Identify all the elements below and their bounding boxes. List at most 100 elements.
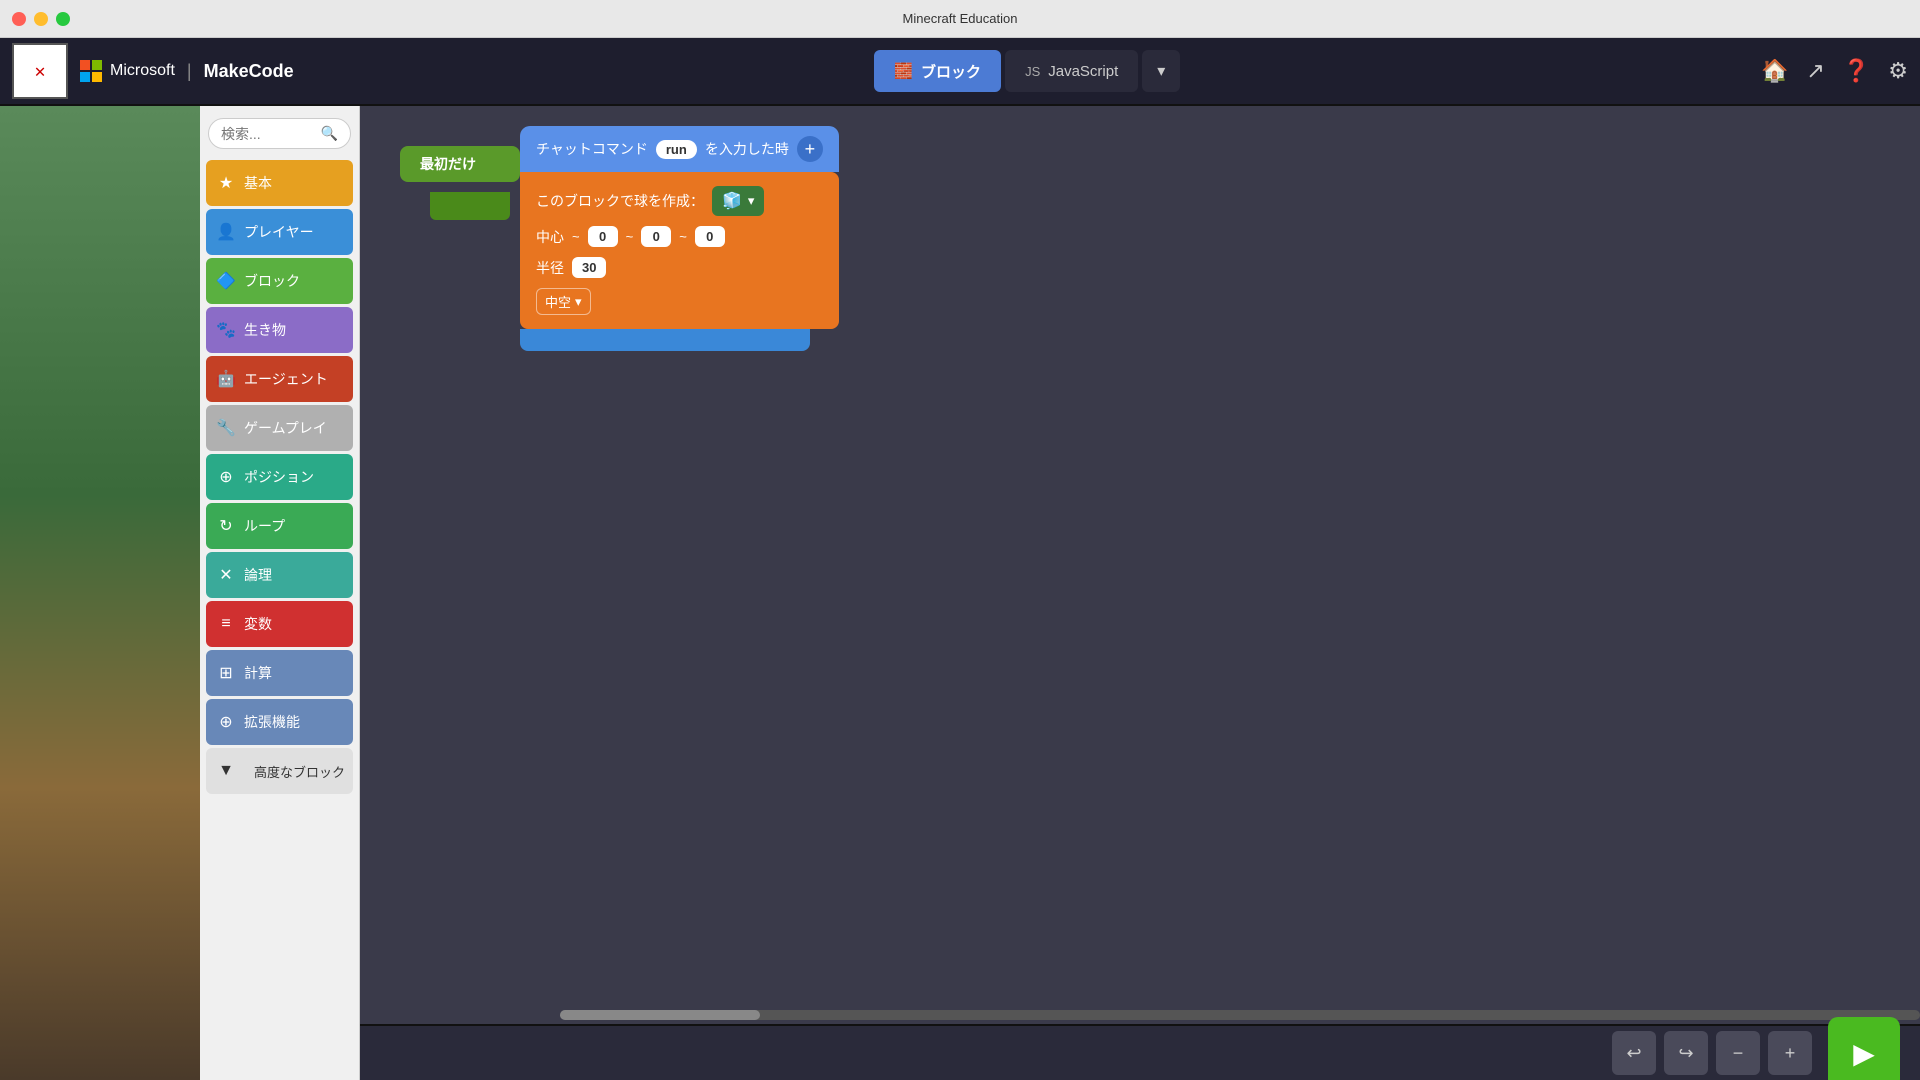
scrollbar-thumb[interactable] [560,1010,760,1020]
chat-command-label: チャットコマンド [536,139,648,159]
maximize-button[interactable] [56,12,70,26]
makecode-label: MakeCode [204,61,294,82]
play-icon: ▶ [1853,1037,1875,1070]
search-box[interactable]: 🔍 [208,118,351,149]
titlebar: Minecraft Education [0,0,1920,38]
blocks-icon: 🧱 [894,62,913,80]
first-only-connector [430,192,510,220]
cube-icon: 🧊 [722,191,742,211]
player-icon: 👤 [216,222,236,242]
sidebar-item-label: プレイヤー [244,222,314,242]
sidebar-item-label: 拡張機能 [244,712,300,732]
center-label: 中心 [536,227,564,247]
sphere-block: このブロックで球を作成： 🧊 ▾ 中心 ~ 0 ~ 0 ~ [520,172,839,329]
share-icon: ↗ [1806,58,1824,84]
blocks-tab-button[interactable]: 🧱 ブロック [874,50,1001,92]
hollow-dropdown-arrow: ▾ [575,294,582,310]
input-time-label: を入力した時 [705,139,789,159]
undo-button[interactable]: ↩ [1612,1031,1656,1075]
sidebar-item-label: ブロック [244,271,300,291]
add-command-button[interactable]: + [797,136,823,162]
sphere-label: このブロックで球を作成： [536,191,704,211]
settings-button[interactable]: ⚙ [1888,58,1908,84]
chat-command-block: チャットコマンド run を入力した時 + このブロックで球を作成： 🧊 ▾ [520,126,839,351]
sidebar-item-label: ループ [244,516,285,536]
zoom-out-button[interactable]: − [1716,1031,1760,1075]
star-icon: ★ [216,173,236,193]
sidebar-item-extension[interactable]: ⊕ 拡張機能 [206,699,353,745]
radius-value[interactable]: 30 [572,257,606,278]
sidebar-item-variables[interactable]: ≡ 変数 [206,601,353,647]
sidebar-item-advanced[interactable]: ▼ 高度なブロック [206,748,353,794]
window-controls [12,12,70,26]
sidebar-item-gameplay[interactable]: 🔧 ゲームプレイ [206,405,353,451]
position-icon: ⊕ [216,467,236,487]
hollow-row: 中空 ▾ [536,288,823,315]
redo-icon: ↪ [1678,1043,1693,1064]
nav-divider: | [187,61,192,82]
calc-icon: ⊞ [216,663,236,683]
sidebar-item-player[interactable]: 👤 プレイヤー [206,209,353,255]
dropdown-arrow: ▾ [748,193,755,209]
zoom-out-icon: − [1733,1043,1744,1064]
hollow-dropdown[interactable]: 中空 ▾ [536,288,591,315]
navbar: ✕ Microsoft | MakeCode 🧱 ブロック JS JavaScr… [0,38,1920,106]
block-type-dropdown[interactable]: 🧊 ▾ [712,186,764,216]
microsoft-icon [80,60,102,82]
radius-row: 半径 30 [536,257,823,278]
sidebar-item-loop[interactable]: ↻ ループ [206,503,353,549]
ms-label: Microsoft [110,62,175,80]
coord-x-value[interactable]: 0 [588,226,618,247]
sidebar-item-label: 論理 [244,565,272,585]
search-icon: 🔍 [321,125,338,142]
sidebar-item-label: ゲームプレイ [244,418,327,438]
logic-icon: ✕ [216,565,236,585]
code-workspace[interactable]: 最初だけ チャットコマンド run を入力した時 + このブロックで球を作成： [360,106,1920,1080]
sidebar-item-label: エージェント [244,369,328,389]
paw-icon: 🐾 [216,320,236,340]
zoom-in-button[interactable]: + [1768,1031,1812,1075]
robot-icon: 🤖 [216,369,236,389]
coord-z-value[interactable]: 0 [695,226,725,247]
run-play-button[interactable]: ▶ [1828,1017,1900,1080]
sidebar-item-agent[interactable]: 🤖 エージェント [206,356,353,402]
minimize-button[interactable] [34,12,48,26]
sidebar-item-kihon[interactable]: ★ 基本 [206,160,353,206]
scrollbar-track [560,1010,1920,1020]
navbar-right: 🏠 ↗ ❓ ⚙ [1761,58,1908,84]
sphere-create-row: このブロックで球を作成： 🧊 ▾ [536,186,823,216]
sidebar-item-blocks[interactable]: 🔷 ブロック [206,258,353,304]
tilde-1: ~ [572,229,580,244]
share-button[interactable]: ↗ [1806,58,1824,84]
blocks-tab-label: ブロック [921,61,981,82]
bottom-toolbar: ↩ ↪ − + ▶ [360,1024,1920,1080]
close-button[interactable] [12,12,26,26]
sidebar-item-label: 計算 [244,663,272,683]
variables-icon: ≡ [216,615,236,633]
plus-circle-icon: ⊕ [216,712,236,732]
sidebar-item-mobs[interactable]: 🐾 生き物 [206,307,353,353]
sidebar-item-label: 高度なブロック [254,762,345,781]
search-input[interactable] [221,126,315,142]
sidebar-item-position[interactable]: ⊕ ポジション [206,454,353,500]
sidebar-item-label: 基本 [244,173,272,193]
coord-y-value[interactable]: 0 [641,226,671,247]
run-badge[interactable]: run [656,140,697,159]
loop-icon: ↻ [216,516,236,536]
javascript-tab-button[interactable]: JS JavaScript [1005,50,1138,92]
zoom-in-icon: + [1785,1043,1796,1064]
redo-button[interactable]: ↪ [1664,1031,1708,1075]
sidebar-item-calc[interactable]: ⊞ 計算 [206,650,353,696]
sidebar-item-label: ポジション [244,467,314,487]
home-icon: 🏠 [1761,58,1788,84]
help-button[interactable]: ❓ [1843,58,1870,84]
first-only-block[interactable]: 最初だけ [400,146,520,182]
app-title: Minecraft Education [903,11,1018,26]
sidebar-item-logic[interactable]: ✕ 論理 [206,552,353,598]
home-button[interactable]: 🏠 [1761,58,1788,84]
view-dropdown-button[interactable]: ▾ [1142,50,1180,92]
chat-command-header: チャットコマンド run を入力した時 + [520,126,839,172]
game-panel [0,106,200,1080]
gear-icon: ⚙ [1888,58,1908,84]
center-row: 中心 ~ 0 ~ 0 ~ 0 [536,226,823,247]
